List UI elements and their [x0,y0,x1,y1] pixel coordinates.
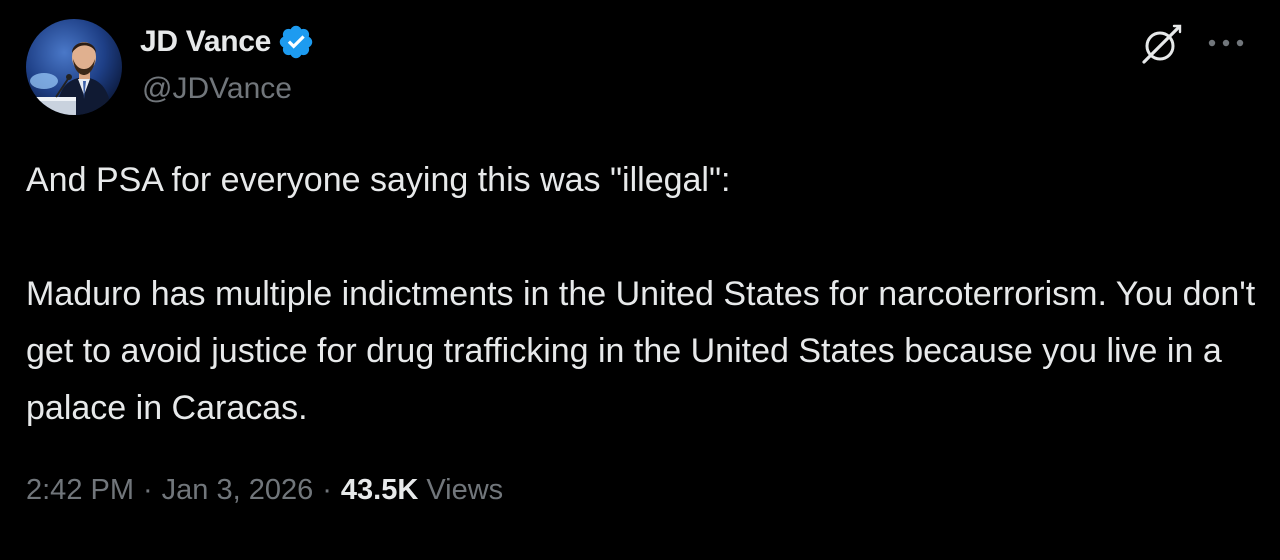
author-handle[interactable]: @JDVance [142,72,292,106]
tweet-time[interactable]: 2:42 PM [26,474,134,507]
avatar[interactable] [26,19,122,115]
tweet-card: JD Vance @JDVance And PSA for everyone s… [0,0,1280,560]
tweet-paragraph: And PSA for everyone saying this was "il… [26,161,731,199]
views-label: Views [426,474,504,506]
meta-separator: · [322,474,332,506]
more-options-icon[interactable] [1206,36,1246,50]
grok-icon[interactable] [1138,22,1184,68]
author-display-name[interactable]: JD Vance [140,25,271,59]
views-count: 43.5K [340,474,419,506]
tweet-date[interactable]: Jan 3, 2026 [162,474,314,507]
tweet-text: And PSA for everyone saying this was "il… [26,152,1256,437]
meta-separator: · [143,474,153,506]
avatar-photo-icon [26,19,122,115]
tweet-meta: 2:42 PM · Jan 3, 2026 · 43.5K Views [26,474,503,507]
author-name-row: JD Vance [140,22,315,62]
tweet-paragraph: Maduro has multiple indictments in the U… [26,275,1265,427]
verified-badge-icon[interactable] [277,23,315,61]
